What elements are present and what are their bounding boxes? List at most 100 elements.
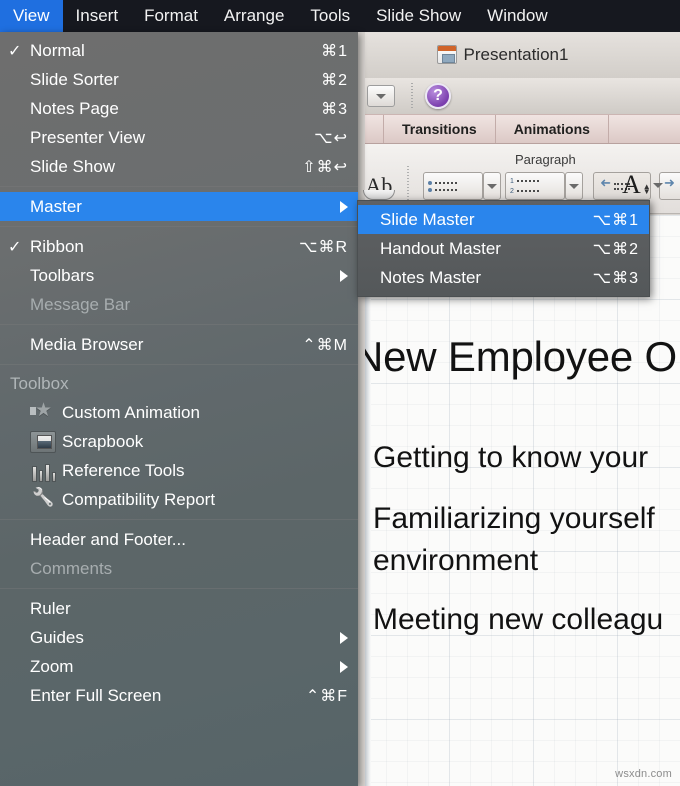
menu-item-comments: Comments — [0, 554, 358, 583]
menu-item-label: Guides — [30, 627, 84, 647]
submenu-item-shortcut: ⌥⌘2 — [592, 240, 639, 258]
scrapbook-icon — [30, 430, 56, 453]
menu-item-scrapbook[interactable]: Scrapbook — [0, 427, 358, 456]
menu-item-guides[interactable]: Guides — [0, 623, 358, 652]
submenu-arrow-icon — [340, 200, 348, 213]
menu-item-slide-show[interactable]: Slide Show ⇧⌘↩ — [0, 152, 358, 181]
chevron-down-icon — [652, 182, 663, 188]
menu-item-ribbon[interactable]: ✓ Ribbon ⌥⌘R — [0, 232, 358, 261]
menu-item-shortcut: ⌘3 — [321, 100, 348, 118]
menu-item-zoom[interactable]: Zoom — [0, 652, 358, 681]
slide-body-placeholder[interactable]: Getting to know your Familiarizing yours… — [373, 437, 663, 641]
menu-item-shortcut: ⌃⌘F — [305, 687, 348, 705]
menu-item-header-and-footer[interactable]: Header and Footer... — [0, 525, 358, 554]
menu-item-reference-tools[interactable]: Reference Tools — [0, 456, 358, 485]
menubar-item-tools[interactable]: Tools — [297, 0, 363, 32]
menubar-item-format[interactable]: Format — [131, 0, 211, 32]
menu-item-label: Custom Animation — [62, 402, 200, 422]
menubar-item-window[interactable]: Window — [474, 0, 560, 32]
menubar-item-view[interactable]: View — [0, 0, 63, 32]
menu-item-master[interactable]: Master — [0, 192, 358, 221]
submenu-item-label: Slide Master — [380, 209, 475, 229]
menu-separator — [0, 186, 358, 187]
arrow-left-glyph — [598, 181, 611, 192]
tab-transitions[interactable]: Transitions — [383, 115, 496, 143]
menu-item-custom-animation[interactable]: Custom Animation — [0, 398, 358, 427]
menu-item-label: Notes Page — [30, 98, 119, 118]
menu-item-label: Enter Full Screen — [30, 685, 162, 705]
tab-animations[interactable]: Animations — [496, 115, 609, 143]
submenu-item-handout-master[interactable]: Handout Master ⌥⌘2 — [358, 234, 649, 263]
quick-access-toolbar: ? — [365, 78, 680, 114]
chevron-down-icon — [569, 183, 579, 189]
menubar-item-arrange[interactable]: Arrange — [211, 0, 297, 32]
menu-item-label: Normal — [30, 40, 85, 60]
menubar-item-insert[interactable]: Insert — [63, 0, 132, 32]
chevron-down-icon — [376, 93, 386, 99]
menu-separator — [0, 588, 358, 589]
submenu-item-label: Handout Master — [380, 238, 501, 258]
menu-section-toolbox: Toolbox — [10, 374, 69, 393]
menu-item-shortcut: ⌥↩ — [314, 129, 348, 147]
menu-item-notes-page[interactable]: Notes Page ⌘3 — [0, 94, 358, 123]
menu-separator — [0, 226, 358, 227]
menu-item-slide-sorter[interactable]: Slide Sorter ⌘2 — [0, 65, 358, 94]
menu-item-label: Slide Sorter — [30, 69, 119, 89]
slide-body-line: Meeting new colleagu — [373, 602, 664, 636]
slide-body-line: environment — [373, 544, 539, 578]
slide-body-line: Getting to know your — [373, 441, 649, 474]
menu-item-normal[interactable]: ✓ Normal ⌘1 — [0, 36, 358, 65]
menu-item-label: Presenter View — [30, 127, 145, 147]
toolbar-divider — [411, 83, 413, 109]
bullet-glyph — [428, 180, 457, 192]
wrench-icon — [30, 489, 56, 511]
menu-item-label: Header and Footer... — [30, 529, 186, 549]
star-icon — [30, 399, 56, 424]
watermark: wsxdn.com — [615, 768, 672, 780]
menu-item-label: Master — [30, 196, 82, 216]
menu-item-toolbars[interactable]: Toolbars — [0, 261, 358, 290]
submenu-arrow-icon — [340, 631, 348, 644]
font-size-icon[interactable]: A ▲ ▼ — [622, 168, 666, 202]
menu-item-label: Message Bar — [30, 294, 131, 314]
slide-canvas[interactable]: New Employee O Getting to know your Fami… — [365, 215, 680, 786]
help-question-icon[interactable]: ? — [425, 83, 451, 109]
menu-item-compatibility-report[interactable]: Compatibility Report — [0, 485, 358, 514]
ribbon-tab-strip: Transitions Animations — [365, 114, 680, 144]
menu-item-shortcut: ⇧⌘↩ — [302, 158, 348, 176]
font-size-arrows-glyph: ▲ ▼ — [642, 182, 651, 196]
chevron-down-icon — [487, 183, 497, 189]
submenu-item-label: Notes Master — [380, 267, 482, 287]
menu-item-shortcut: ⌘1 — [321, 42, 348, 60]
macos-menubar: View Insert Format Arrange Tools Slide S… — [0, 0, 680, 32]
menu-item-label: Zoom — [30, 656, 74, 676]
menu-item-shortcut: ⌘2 — [321, 71, 348, 89]
menu-item-label: Compatibility Report — [62, 489, 216, 509]
bulleted-list-icon[interactable] — [423, 172, 483, 200]
bullets-dropdown-button[interactable] — [483, 172, 501, 200]
submenu-item-notes-master[interactable]: Notes Master ⌥⌘3 — [358, 263, 649, 292]
menu-item-label: Comments — [30, 558, 113, 578]
submenu-arrow-icon — [340, 269, 348, 282]
menu-item-label: Media Browser — [30, 334, 144, 354]
checkmark-icon: ✓ — [8, 238, 22, 256]
menu-item-enter-full-screen[interactable]: Enter Full Screen ⌃⌘F — [0, 681, 358, 710]
slide-title-text[interactable]: New Employee O — [365, 333, 677, 381]
menu-item-label: Ribbon — [30, 236, 84, 256]
menu-item-presenter-view[interactable]: Presenter View ⌥↩ — [0, 123, 358, 152]
menu-separator — [0, 364, 358, 365]
menu-item-ruler[interactable]: Ruler — [0, 594, 358, 623]
text-effects-ab-icon[interactable]: Ab — [359, 170, 399, 202]
submenu-item-shortcut: ⌥⌘1 — [592, 211, 639, 229]
numbered-list-icon[interactable]: 1 2 — [505, 172, 565, 200]
ribbon-group-label: Paragraph — [515, 152, 576, 167]
menubar-item-slide-show[interactable]: Slide Show — [363, 0, 474, 32]
qat-overflow-button[interactable] — [367, 85, 395, 107]
submenu-arrow-icon — [340, 660, 348, 673]
submenu-item-slide-master[interactable]: Slide Master ⌥⌘1 — [358, 205, 649, 234]
menu-item-media-browser[interactable]: Media Browser ⌃⌘M — [0, 330, 358, 359]
menu-item-shortcut: ⌥⌘R — [299, 238, 348, 256]
menu-separator — [0, 519, 358, 520]
numbering-dropdown-button[interactable] — [565, 172, 583, 200]
view-dropdown-menu: ✓ Normal ⌘1 Slide Sorter ⌘2 Notes Page ⌘… — [0, 32, 358, 786]
